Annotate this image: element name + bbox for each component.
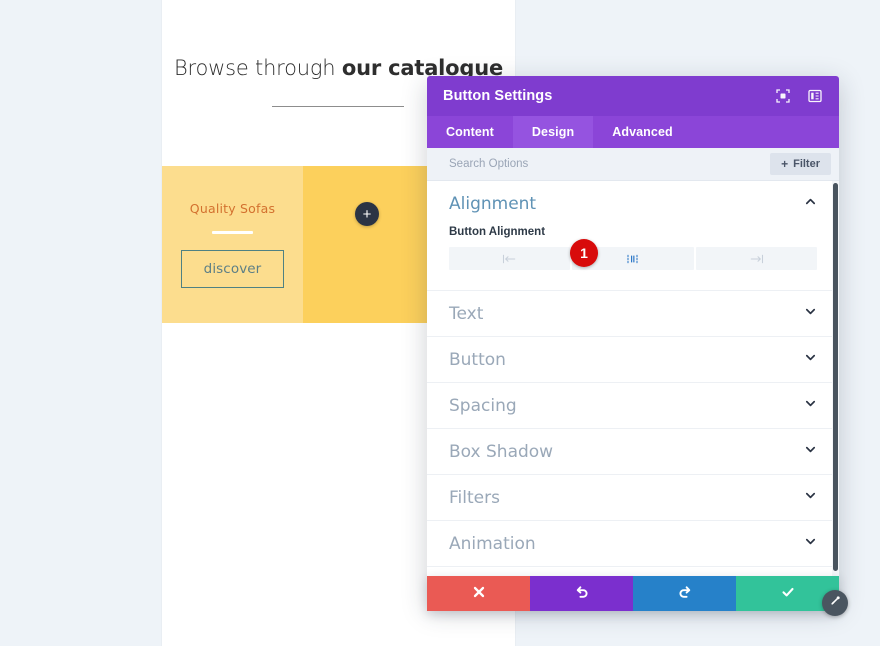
chevron-down-icon[interactable] (804, 443, 817, 461)
section-animation: Animation (427, 521, 839, 567)
search-input[interactable] (449, 158, 770, 170)
modal-scrollbar-track[interactable] (832, 181, 839, 606)
discover-button[interactable]: discover (181, 250, 285, 288)
modal-title: Button Settings (443, 88, 775, 104)
filter-button[interactable]: + Filter (770, 153, 831, 175)
section-button: Button (427, 337, 839, 383)
modal-scrollbar-thumb[interactable] (833, 183, 838, 571)
chevron-down-icon[interactable] (804, 489, 817, 507)
section-box-shadow-title: Box Shadow (449, 442, 553, 462)
tab-content[interactable]: Content (427, 116, 513, 148)
promo-rule (212, 231, 253, 234)
check-icon (781, 585, 795, 602)
promo-title: Quality Sofas (190, 201, 275, 216)
section-filters-header[interactable]: Filters (427, 475, 839, 520)
section-box-shadow-header[interactable]: Box Shadow (427, 429, 839, 474)
tab-advanced[interactable]: Advanced (593, 116, 692, 148)
search-row: + Filter (427, 148, 839, 181)
button-alignment-label: Button Alignment (449, 226, 817, 238)
section-button-header[interactable]: Button (427, 337, 839, 382)
tab-design[interactable]: Design (513, 116, 593, 148)
modal-footer-toolbar (427, 576, 839, 611)
section-spacing-header[interactable]: Spacing (427, 383, 839, 428)
button-alignment-group: 1 (449, 247, 817, 270)
close-icon (472, 585, 486, 602)
section-box-shadow: Box Shadow (427, 429, 839, 475)
focus-target-icon[interactable] (775, 88, 791, 104)
section-filters-title: Filters (449, 488, 500, 508)
section-text-title: Text (449, 304, 483, 324)
section-filters: Filters (427, 475, 839, 521)
chevron-down-icon[interactable] (804, 305, 817, 323)
section-spacing-title: Spacing (449, 396, 517, 416)
section-spacing: Spacing (427, 383, 839, 429)
hero-divider (272, 106, 404, 107)
align-left-button[interactable] (449, 247, 570, 270)
modal-body[interactable]: Alignment Button Alignment (427, 181, 839, 606)
redo-icon (678, 585, 692, 602)
button-settings-modal: Button Settings Content (427, 76, 839, 606)
add-module-button[interactable]: + (355, 202, 379, 226)
section-animation-header[interactable]: Animation (427, 521, 839, 566)
redo-button[interactable] (633, 576, 736, 611)
modal-header: Button Settings (427, 76, 839, 116)
modal-tabs: Content Design Advanced (427, 116, 839, 148)
chevron-down-icon[interactable] (804, 351, 817, 369)
section-text-header[interactable]: Text (427, 291, 839, 336)
resize-handle-icon (829, 594, 842, 612)
section-button-title: Button (449, 350, 506, 370)
section-alignment-title: Alignment (449, 194, 536, 214)
section-alignment-header[interactable]: Alignment (427, 181, 839, 226)
undo-icon (575, 585, 589, 602)
section-animation-title: Animation (449, 534, 536, 554)
filter-button-label: Filter (793, 158, 820, 170)
step-badge-1: 1 (570, 239, 598, 267)
plus-icon: + (781, 158, 788, 170)
chevron-down-icon[interactable] (804, 397, 817, 415)
undo-button[interactable] (530, 576, 633, 611)
resize-handle[interactable] (822, 590, 848, 616)
section-alignment: Alignment Button Alignment (427, 181, 839, 291)
modal-header-icons (775, 88, 823, 104)
screen-root: Browse through our catalogue Quality Sof… (0, 0, 880, 646)
layout-panel-icon[interactable] (807, 88, 823, 104)
section-alignment-content: Button Alignment (427, 226, 839, 290)
page-title-light: Browse through (174, 56, 342, 80)
promo-card: Quality Sofas discover (162, 166, 303, 323)
chevron-down-icon[interactable] (804, 535, 817, 553)
chevron-up-icon[interactable] (804, 195, 817, 213)
cancel-button[interactable] (427, 576, 530, 611)
align-right-button[interactable] (696, 247, 817, 270)
section-text: Text (427, 291, 839, 337)
